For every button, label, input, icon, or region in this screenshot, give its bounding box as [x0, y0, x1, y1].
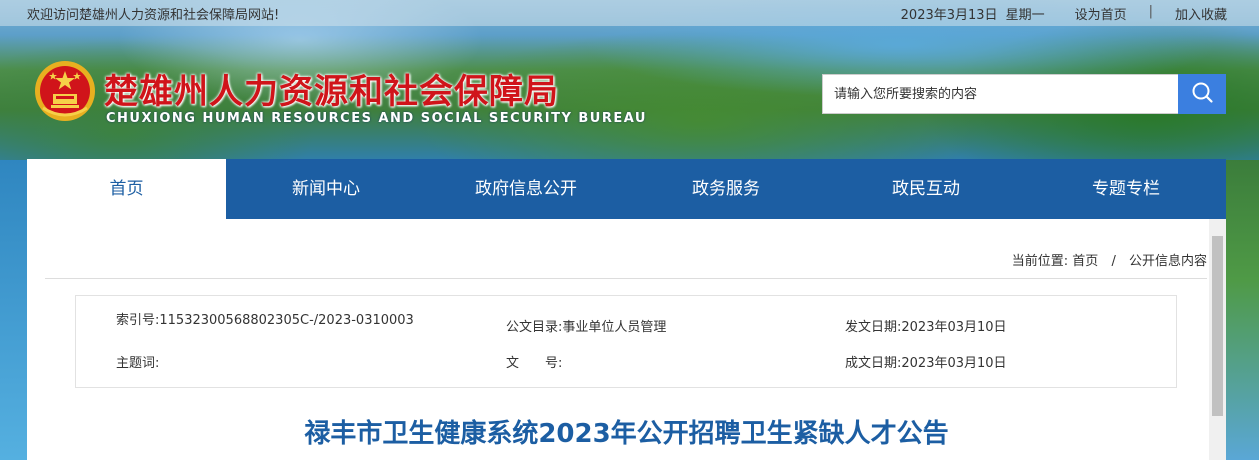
meta-keywords-label: 主题词: [116, 356, 160, 371]
add-favorite-link[interactable]: 加入收藏 [1175, 4, 1227, 23]
site-subtitle: CHUXIONG HUMAN RESOURCES AND SOCIAL SECU… [106, 111, 647, 126]
nav-item-services[interactable]: 政务服务 [626, 159, 826, 219]
search-input[interactable] [822, 74, 1178, 114]
top-bar-separator: | [1148, 4, 1153, 19]
current-date: 2023年3月13日 [900, 8, 998, 23]
background-right-strip [1226, 160, 1259, 460]
meta-keywords: 主题词: [116, 352, 159, 371]
meta-catalog: 公文目录:事业单位人员管理 [506, 316, 666, 335]
document-meta-box: 索引号:11532300568802305C-/2023-0310003 公文目… [75, 295, 1177, 388]
breadcrumb-divider [45, 278, 1207, 279]
breadcrumb-separator: / [1111, 254, 1116, 269]
meta-doc-no: 文 号: [506, 352, 562, 371]
meta-catalog-label: 公文目录: [506, 320, 563, 335]
search-bar [822, 74, 1226, 114]
nav-item-news[interactable]: 新闻中心 [226, 159, 426, 219]
meta-written-date: 成文日期:2023年03月10日 [845, 352, 1007, 371]
meta-doc-no-label: 文 号: [506, 356, 563, 371]
national-emblem-icon [33, 58, 97, 124]
welcome-text: 欢迎访问楚雄州人力资源和社会保障局网站! [27, 8, 280, 23]
meta-written-date-value: 2023年03月10日 [901, 356, 1007, 371]
search-button[interactable] [1178, 74, 1226, 114]
top-bar-right: 2023年3月13日 星期一 设为首页 | 加入收藏 [901, 4, 1227, 23]
set-home-link[interactable]: 设为首页 [1075, 4, 1127, 23]
top-bar: 欢迎访问楚雄州人力资源和社会保障局网站! 2023年3月13日 星期一 设为首页… [0, 0, 1259, 26]
breadcrumb-current[interactable]: 公开信息内容 [1129, 254, 1207, 269]
main-nav: 首页 新闻中心 政府信息公开 政务服务 政民互动 专题专栏 [27, 159, 1226, 225]
meta-index: 索引号:11532300568802305C-/2023-0310003 [116, 309, 414, 328]
nav-item-topics[interactable]: 专题专栏 [1026, 159, 1226, 219]
article-title: 禄丰市卫生健康系统2023年公开招聘卫生紧缺人才公告 [304, 419, 949, 449]
meta-issue-date-label: 发文日期: [845, 320, 902, 335]
meta-index-value: 11532300568802305C-/2023-0310003 [159, 313, 414, 328]
site-title: 楚雄州人力资源和社会保障局 [104, 72, 559, 112]
nav-item-gov-info[interactable]: 政府信息公开 [426, 159, 626, 219]
scrollbar-thumb[interactable] [1212, 236, 1223, 416]
nav-item-interaction[interactable]: 政民互动 [826, 159, 1026, 219]
page-scrollbar[interactable] [1209, 219, 1226, 460]
search-icon [1190, 80, 1214, 108]
content-panel: 当前位置: 首页 / 公开信息内容 索引号:11532300568802305C… [27, 219, 1226, 460]
breadcrumb-prefix: 当前位置: [1011, 254, 1069, 269]
nav-item-home[interactable]: 首页 [27, 159, 226, 225]
meta-issue-date-value: 2023年03月10日 [901, 320, 1007, 335]
breadcrumb-home-link[interactable]: 首页 [1072, 254, 1098, 269]
meta-catalog-value: 事业单位人员管理 [562, 320, 667, 335]
current-weekday: 星期一 [1005, 8, 1045, 23]
breadcrumb: 当前位置: 首页 / 公开信息内容 [27, 250, 1207, 269]
meta-index-label: 索引号: [116, 313, 160, 328]
meta-issue-date: 发文日期:2023年03月10日 [845, 316, 1007, 335]
meta-written-date-label: 成文日期: [845, 356, 902, 371]
background-left-strip [0, 160, 27, 460]
